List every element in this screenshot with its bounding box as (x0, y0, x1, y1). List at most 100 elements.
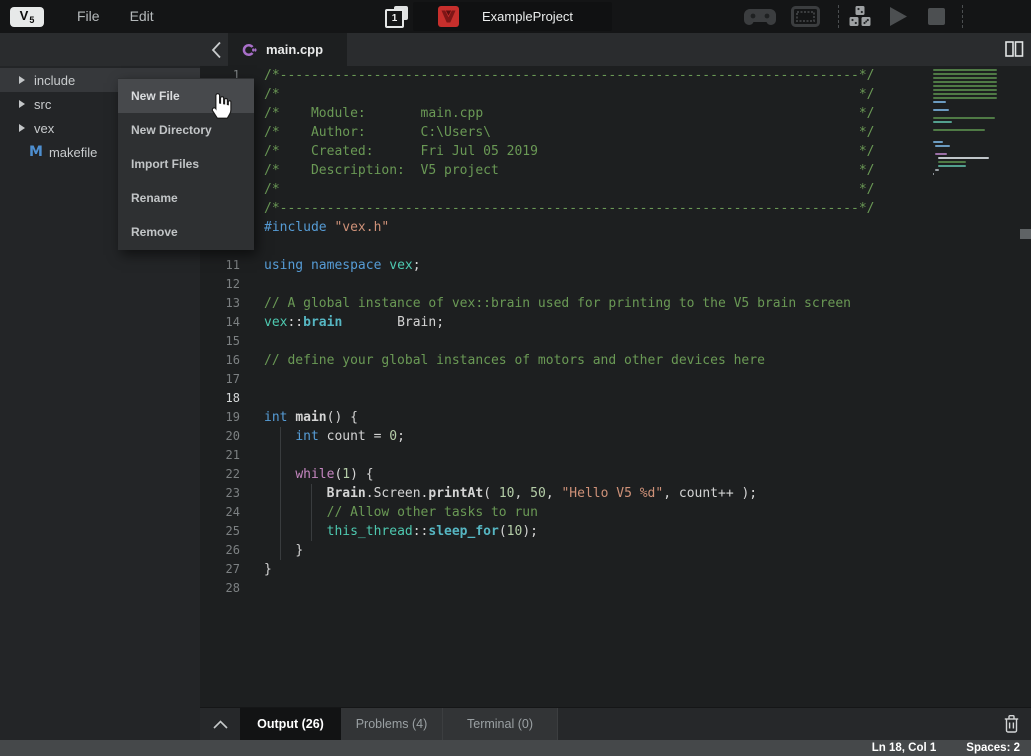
stop-icon[interactable] (928, 8, 945, 30)
code-line[interactable]: 24 // Allow other tasks to run (200, 503, 1031, 522)
minimap-line (933, 121, 952, 123)
line-number: 20 (200, 427, 240, 446)
code-line[interactable]: 15 (200, 332, 1031, 351)
editor-tabstrip: main.cpp (200, 33, 1031, 66)
code-line[interactable]: 13// A global instance of vex::brain use… (200, 294, 1031, 313)
cpp-file-icon (241, 42, 257, 58)
line-number: 24 (200, 503, 240, 522)
code-line[interactable]: 1/*-------------------------------------… (200, 66, 1031, 85)
indent-guide (280, 446, 281, 465)
code-line[interactable]: 9#include "vex.h" (200, 218, 1031, 237)
folder-twisty-icon[interactable] (19, 124, 25, 132)
sidebar-header (0, 33, 200, 66)
code-line[interactable]: 10 (200, 237, 1031, 256)
line-number: 22 (200, 465, 240, 484)
line-number: 27 (200, 560, 240, 579)
code-line[interactable]: 7/* */ (200, 180, 1031, 199)
menubar: V5 FileEdit 1 ExampleProject (0, 0, 1031, 33)
back-chevron-icon[interactable] (204, 36, 228, 63)
code-line[interactable]: 2/* */ (200, 85, 1031, 104)
brain-screen-icon[interactable] (791, 6, 820, 32)
context-menu: New FileNew DirectoryImport FilesRenameR… (118, 78, 254, 250)
tab-main-cpp[interactable]: main.cpp (228, 33, 347, 66)
menu-file[interactable]: File (62, 0, 115, 33)
play-icon[interactable] (888, 6, 908, 32)
folder-twisty-icon[interactable] (19, 76, 25, 84)
code-line[interactable]: 6/* Description: V5 project */ (200, 161, 1031, 180)
split-editor-icon[interactable] (1005, 41, 1024, 62)
code-text: /* Module: main.cpp */ (264, 104, 874, 123)
toolbar-separator (838, 5, 839, 28)
slot-select-button[interactable]: 1 (385, 6, 408, 28)
cursor-pointer-icon (207, 93, 232, 126)
indent-guide (311, 503, 312, 522)
minimap-line (933, 101, 946, 103)
code-text: this_thread::sleep_for(10); (264, 522, 538, 541)
code-line[interactable]: 12 (200, 275, 1031, 294)
context-menu-item-rename[interactable]: Rename (118, 181, 254, 215)
minimap-line (933, 137, 1010, 139)
code-lines: 1/*-------------------------------------… (200, 66, 1031, 598)
code-line[interactable]: 26 } (200, 541, 1031, 560)
code-line[interactable]: 11using namespace vex; (200, 256, 1031, 275)
code-line[interactable]: 22 while(1) { (200, 465, 1031, 484)
code-text: // A global instance of vex::brain used … (264, 294, 851, 313)
code-editor[interactable]: 1/*-------------------------------------… (200, 66, 1031, 707)
panel-tab-problems[interactable]: Problems (4) (341, 708, 443, 740)
code-line[interactable]: 5/* Created: Fri Jul 05 2019 */ (200, 142, 1031, 161)
menu-items: FileEdit (62, 0, 169, 33)
menu-edit[interactable]: Edit (115, 0, 169, 33)
minimap-line (933, 109, 949, 111)
toolbar-separator (962, 5, 963, 28)
code-line[interactable]: 4/* Author: C:\Users\ */ (200, 123, 1031, 142)
context-menu-item-import-files[interactable]: Import Files (118, 147, 254, 181)
code-line[interactable]: 21 (200, 446, 1031, 465)
minimap-line (933, 89, 997, 91)
clear-output-trash-icon[interactable] (1004, 708, 1031, 740)
editor-scrollbar-thumb[interactable] (1020, 229, 1031, 239)
download-to-brain-icon[interactable] (848, 5, 872, 33)
context-menu-item-new-file[interactable]: New File (118, 79, 254, 113)
minimap-line (933, 113, 1010, 115)
code-line[interactable]: 23 Brain.Screen.printAt( 10, 50, "Hello … (200, 484, 1031, 503)
panel-tab-terminal[interactable]: Terminal (0) (443, 708, 558, 740)
minimap-line (933, 85, 997, 87)
minimap-line (933, 141, 943, 143)
code-line[interactable]: 19int main() { (200, 408, 1031, 427)
code-line[interactable]: 20 int count = 0; (200, 427, 1031, 446)
code-line[interactable]: 18 (200, 389, 1031, 408)
code-line[interactable]: 17 (200, 370, 1031, 389)
code-text: // define your global instances of motor… (264, 351, 765, 370)
folder-label: include (34, 73, 75, 88)
project-name-box[interactable]: ExampleProject (413, 2, 612, 31)
code-text: } (264, 541, 303, 560)
code-text: /* Created: Fri Jul 05 2019 */ (264, 142, 874, 161)
minimap[interactable] (933, 69, 1010, 181)
minimap-line (938, 165, 967, 167)
controller-icon[interactable] (744, 6, 776, 32)
indent-guide (280, 465, 281, 484)
code-line[interactable]: 14vex::brain Brain; (200, 313, 1031, 332)
status-bar: Ln 18, Col 1 Spaces: 2 (0, 740, 1031, 756)
code-line[interactable]: 27} (200, 560, 1031, 579)
minimap-line (933, 117, 995, 119)
makefile-icon: M (29, 144, 43, 160)
line-number: 16 (200, 351, 240, 370)
panel-tab-output[interactable]: Output (26) (240, 708, 341, 740)
collapse-panel-icon[interactable] (200, 708, 240, 740)
context-menu-item-new-directory[interactable]: New Directory (118, 113, 254, 147)
context-menu-item-remove[interactable]: Remove (118, 215, 254, 249)
code-line[interactable]: 25 this_thread::sleep_for(10); (200, 522, 1031, 541)
line-number: 26 (200, 541, 240, 560)
indentation-status[interactable]: Spaces: 2 (966, 742, 1020, 754)
code-line[interactable]: 3/* Module: main.cpp */ (200, 104, 1031, 123)
code-line[interactable]: 28 (200, 579, 1031, 598)
folder-twisty-icon[interactable] (19, 100, 25, 108)
code-line[interactable]: 16 // define your global instances of mot… (200, 351, 1031, 370)
vexcode-window: V5 FileEdit 1 ExampleProject (0, 0, 1031, 756)
code-text: /* */ (264, 180, 874, 199)
code-line[interactable]: 8/*-------------------------------------… (200, 199, 1031, 218)
cursor-position-status[interactable]: Ln 18, Col 1 (872, 742, 937, 754)
minimap-line (933, 105, 1010, 107)
line-number: 21 (200, 446, 240, 465)
